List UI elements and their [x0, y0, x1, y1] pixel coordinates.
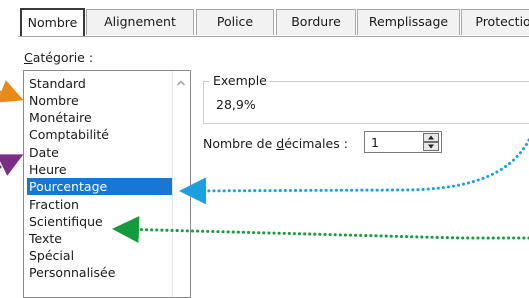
- orange-arrow: [0, 80, 24, 103]
- green-arrow: [112, 216, 529, 244]
- purple-arrow: [0, 154, 24, 176]
- annotation-arrows: [0, 80, 529, 244]
- blue-arrow: [179, 138, 529, 205]
